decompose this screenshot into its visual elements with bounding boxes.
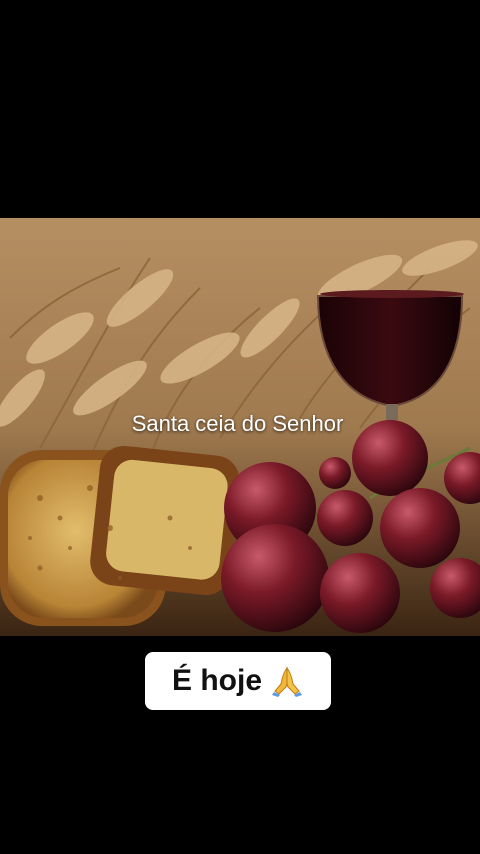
caption-text: É hoje — [171, 664, 262, 697]
praying-hands-icon — [270, 664, 304, 698]
caption-bubble: É hoje — [145, 652, 331, 710]
photo-overlay-title: Santa ceia do Senhor — [131, 411, 344, 436]
